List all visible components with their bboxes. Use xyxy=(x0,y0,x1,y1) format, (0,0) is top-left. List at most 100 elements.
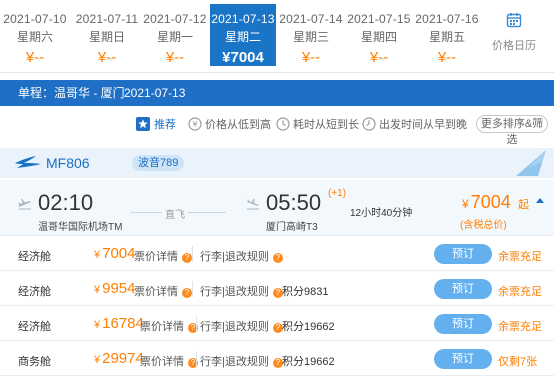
sort-duration-label: 耗时从短到长 xyxy=(293,119,359,131)
date-cell[interactable]: 2021-07-11 星期日 ¥-- xyxy=(74,4,140,66)
weekday-label: 星期二 xyxy=(224,30,261,44)
cabin-price: ¥16784 xyxy=(94,315,144,332)
cabin-class: 商务舱 xyxy=(18,356,51,368)
date-price: ¥-- xyxy=(301,49,321,66)
points-label: 积分19662 xyxy=(282,356,335,368)
date-strip: 2021-07-10 星期六 ¥-- 2021-07-11 星期日 ¥-- 20… xyxy=(0,0,554,72)
date-cell-selected[interactable]: 2021-07-13 星期二 ¥7004 xyxy=(210,4,276,66)
baggage-rules-label: 行李|退改规则 xyxy=(200,286,269,298)
weekday-label: 星期一 xyxy=(156,30,193,44)
date-cell[interactable]: 2021-07-10 星期六 ¥-- xyxy=(2,4,68,66)
direct-label: 直飞 xyxy=(162,206,188,221)
date-label: 2021-07-10 xyxy=(3,12,67,26)
weekday-label: 星期四 xyxy=(360,30,397,44)
weekday-label: 星期日 xyxy=(88,30,125,44)
question-icon: ? xyxy=(182,253,192,263)
date-label: 2021-07-11 xyxy=(75,12,139,26)
book-button[interactable]: 预订 xyxy=(434,349,492,369)
divider xyxy=(196,351,197,367)
availability-label: 仅剩7张 xyxy=(498,356,538,368)
calendar-icon xyxy=(506,13,522,28)
departure-time-icon xyxy=(362,117,376,131)
availability-label: 余票充足 xyxy=(498,321,542,333)
currency-symbol: ¥ xyxy=(94,319,101,331)
cabin-row: 经济舱 ¥9954 票价详情? 行李|退改规则? 积分9831 预订 余票充足 xyxy=(0,272,554,306)
cabin-price: ¥9954 xyxy=(94,280,136,297)
arrival-airport: 厦门高崎T3 xyxy=(266,222,318,233)
baggage-rules-label: 行李|退改规则 xyxy=(200,251,269,263)
fare-detail-link[interactable]: 票价详情? xyxy=(140,318,198,334)
date-label: 2021-07-13 xyxy=(211,12,275,26)
baggage-rules-link[interactable]: 行李|退改规则? xyxy=(200,318,283,334)
fare-detail-label: 票价详情 xyxy=(134,251,178,263)
currency-symbol: ¥ xyxy=(462,197,469,211)
cabin-class: 经济舱 xyxy=(18,321,51,333)
lowest-price: ¥7004 xyxy=(462,192,511,213)
baggage-rules-link[interactable]: 行李|退改规则? xyxy=(200,353,283,369)
price-calendar-button[interactable]: 价格日历 xyxy=(484,12,544,53)
fare-detail-link[interactable]: 票价详情? xyxy=(134,248,192,264)
date-cell[interactable]: 2021-07-16 星期五 ¥-- xyxy=(414,4,480,66)
departure-airport: 温哥华国际机场TM xyxy=(38,222,123,233)
availability-label: 余票充足 xyxy=(498,251,542,263)
cabin-price-value: 7004 xyxy=(102,245,136,262)
book-button[interactable]: 预订 xyxy=(434,279,492,299)
baggage-rules-link[interactable]: 行李|退改规则? xyxy=(200,283,283,299)
date-price: ¥-- xyxy=(369,49,389,66)
cabin-row: 经济舱 ¥7004 票价详情? 行李|退改规则? 预订 余票充足 xyxy=(0,237,554,271)
collapse-caret-icon[interactable] xyxy=(536,198,544,203)
baggage-rules-link[interactable]: 行李|退改规则? xyxy=(200,248,283,264)
arrival-time: 05:50 xyxy=(266,190,322,215)
sort-recommend-label: 推荐 xyxy=(154,119,176,131)
price-note: (含税总价) xyxy=(460,220,507,231)
fare-detail-label: 票价详情 xyxy=(140,356,184,368)
points-label: 积分19662 xyxy=(282,321,335,333)
cabin-price-value: 16784 xyxy=(102,315,144,332)
calendar-label: 价格日历 xyxy=(492,40,536,52)
takeoff-icon xyxy=(18,199,31,210)
fare-detail-link[interactable]: 票价详情? xyxy=(134,283,192,299)
date-cell[interactable]: 2021-07-14 星期三 ¥-- xyxy=(278,4,344,66)
sort-recommend[interactable]: 推荐 xyxy=(136,116,176,134)
divider xyxy=(0,72,554,73)
date-price: ¥-- xyxy=(25,49,45,66)
departure-time: 02:10 xyxy=(38,190,94,215)
sort-duration[interactable]: 耗时从短到长 xyxy=(276,116,359,134)
sort-price[interactable]: ¥ 价格从低到高 xyxy=(188,116,271,134)
price-suffix: 起 xyxy=(518,199,529,211)
date-label: 2021-07-14 xyxy=(279,12,343,26)
weekday-label: 星期五 xyxy=(428,30,465,44)
sort-departure[interactable]: 出发时间从早到晚 xyxy=(362,116,467,134)
currency-symbol: ¥ xyxy=(94,284,101,296)
fare-detail-label: 票价详情 xyxy=(134,286,178,298)
cabin-class: 经济舱 xyxy=(18,286,51,298)
cabin-class: 经济舱 xyxy=(18,251,51,263)
svg-text:¥: ¥ xyxy=(192,120,197,129)
book-button[interactable]: 预订 xyxy=(434,314,492,334)
divider xyxy=(196,316,197,332)
cabin-row: 商务舱 ¥29974 票价详情? 行李|退改规则? 积分19662 预订 仅剩7… xyxy=(0,342,554,376)
route-label: 单程：温哥华 - 厦门 xyxy=(18,86,125,100)
question-icon: ? xyxy=(182,288,192,298)
cabin-price-value: 29974 xyxy=(102,350,144,367)
airline-tail-graphic xyxy=(516,150,546,176)
fare-detail-link[interactable]: 票价详情? xyxy=(140,353,198,369)
date-cell[interactable]: 2021-07-12 星期一 ¥-- xyxy=(142,4,208,66)
book-button[interactable]: 预订 xyxy=(434,244,492,264)
flight-summary[interactable]: 02:10 温哥华国际机场TM 直飞 05:50 (+1) 厦门高崎T3 12小… xyxy=(0,180,554,236)
sort-price-label: 价格从低到高 xyxy=(205,119,271,131)
date-price: ¥7004 xyxy=(222,49,264,66)
fare-detail-label: 票价详情 xyxy=(140,321,184,333)
flight-duration: 12小时40分钟 xyxy=(350,208,413,219)
route-date: 2021-07-13 xyxy=(124,86,186,100)
date-label: 2021-07-12 xyxy=(143,12,207,26)
date-cell[interactable]: 2021-07-15 星期四 ¥-- xyxy=(346,4,412,66)
more-sort-filter-button[interactable]: 更多排序&筛选 xyxy=(476,115,548,146)
availability-label: 余票充足 xyxy=(498,286,542,298)
star-icon xyxy=(136,117,150,131)
weekday-label: 星期三 xyxy=(292,30,329,44)
date-label: 2021-07-15 xyxy=(347,12,411,26)
cabin-price: ¥7004 xyxy=(94,245,136,262)
date-price: ¥-- xyxy=(165,49,185,66)
price-tag-icon: ¥ xyxy=(188,117,202,131)
